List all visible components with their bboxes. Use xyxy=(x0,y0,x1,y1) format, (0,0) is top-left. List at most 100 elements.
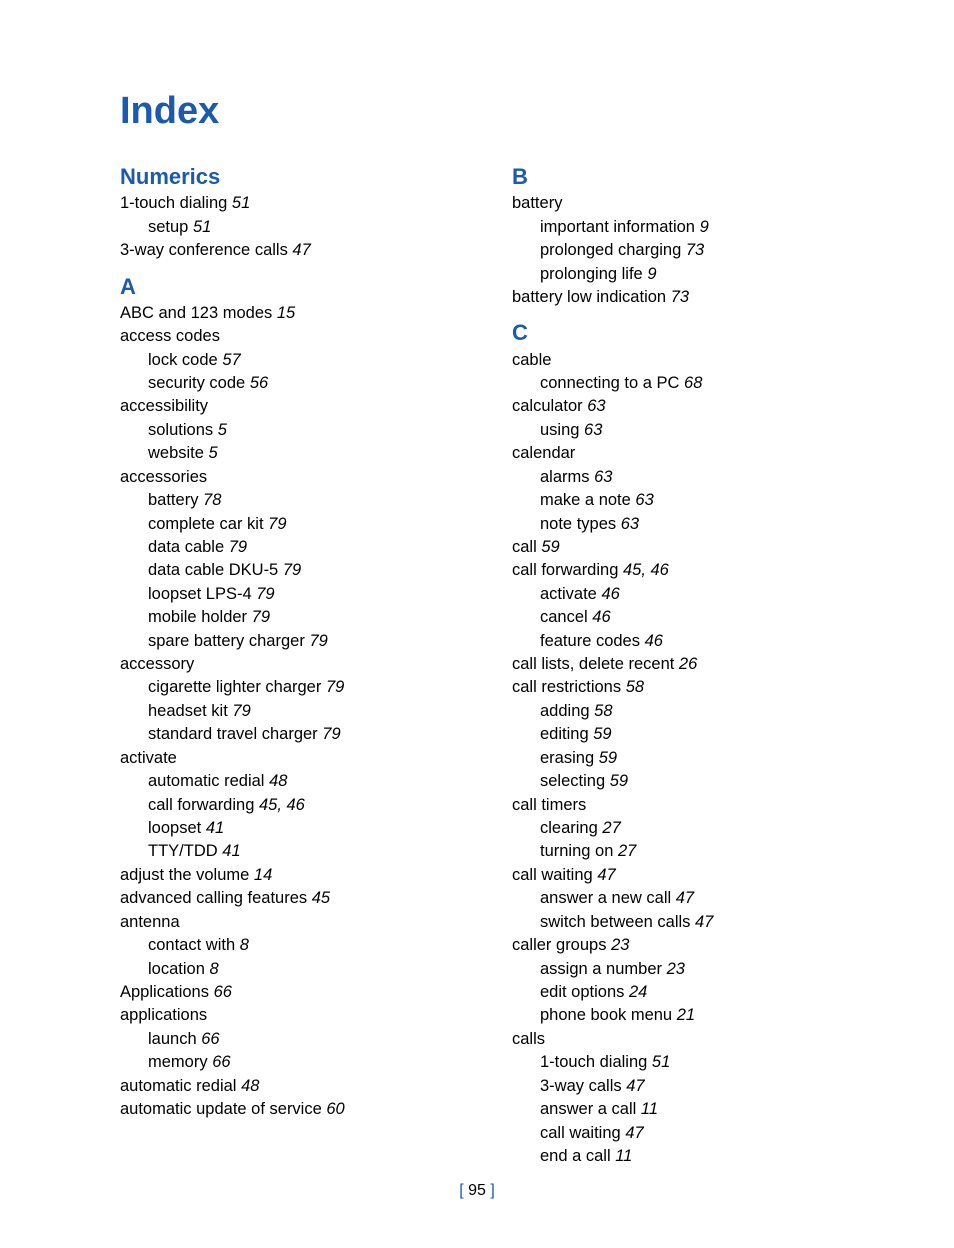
entry-text: battery xyxy=(148,491,198,509)
index-entry: call restrictions 58 xyxy=(512,676,844,699)
entry-text: calls xyxy=(512,1030,545,1048)
index-entry: loopset 41 xyxy=(120,817,452,840)
entry-text: using xyxy=(540,421,579,439)
page-ref: 56 xyxy=(250,374,268,392)
index-entry: website 5 xyxy=(120,442,452,465)
page-ref: 57 xyxy=(222,351,240,369)
index-entry: edit options 24 xyxy=(512,981,844,1004)
page-ref: 63 xyxy=(594,468,612,486)
index-entry: calculator 63 xyxy=(512,395,844,418)
page-ref: 5 xyxy=(218,421,227,439)
entry-text: ABC and 123 modes xyxy=(120,304,272,322)
index-columns: Numerics1-touch dialing 51setup 513-way … xyxy=(120,153,844,1168)
entry-text: accessories xyxy=(120,468,207,486)
index-entry: TTY/TDD 41 xyxy=(120,840,452,863)
entry-text: prolonged charging xyxy=(540,241,681,259)
page-ref: 45 xyxy=(312,889,330,907)
entry-text: activate xyxy=(540,585,597,603)
entry-text: access codes xyxy=(120,327,220,345)
entry-text: call timers xyxy=(512,796,586,814)
page-ref: 27 xyxy=(618,842,636,860)
index-entry: call forwarding 45, 46 xyxy=(120,794,452,817)
page-ref: 66 xyxy=(212,1053,230,1071)
page-ref: 9 xyxy=(647,265,656,283)
index-entry: call waiting 47 xyxy=(512,1122,844,1145)
entry-text: accessibility xyxy=(120,397,208,415)
page-ref: 46 xyxy=(645,632,663,650)
index-entry: spare battery charger 79 xyxy=(120,630,452,653)
page-ref: 51 xyxy=(652,1053,670,1071)
entry-text: solutions xyxy=(148,421,213,439)
entry-text: setup xyxy=(148,218,188,236)
index-entry: using 63 xyxy=(512,419,844,442)
entry-text: lock code xyxy=(148,351,218,369)
entry-text: connecting to a PC xyxy=(540,374,679,392)
index-entry: selecting 59 xyxy=(512,770,844,793)
entry-text: loopset xyxy=(148,819,201,837)
page-ref: 46 xyxy=(592,608,610,626)
index-entry: complete car kit 79 xyxy=(120,513,452,536)
entry-text: call forwarding xyxy=(512,561,618,579)
index-entry: calls xyxy=(512,1028,844,1051)
index-entry: call forwarding 45, 46 xyxy=(512,559,844,582)
page-ref: 46 xyxy=(601,585,619,603)
entry-text: editing xyxy=(540,725,589,743)
entry-text: standard travel charger xyxy=(148,725,318,743)
page-ref: 27 xyxy=(602,819,620,837)
entry-text: cancel xyxy=(540,608,588,626)
page-ref: 68 xyxy=(684,374,702,392)
page-ref: 79 xyxy=(283,561,301,579)
index-entry: important information 9 xyxy=(512,216,844,239)
index-entry: antenna xyxy=(120,911,452,934)
section-heading: A xyxy=(120,271,452,302)
index-entry: contact with 8 xyxy=(120,934,452,957)
index-entry: assign a number 23 xyxy=(512,958,844,981)
index-entry: call waiting 47 xyxy=(512,864,844,887)
entry-text: automatic update of service xyxy=(120,1100,322,1118)
index-entry: editing 59 xyxy=(512,723,844,746)
page-ref: 59 xyxy=(593,725,611,743)
page-ref: 59 xyxy=(599,749,617,767)
page-ref: 66 xyxy=(201,1030,219,1048)
page-ref: 47 xyxy=(695,913,713,931)
entry-text: applications xyxy=(120,1006,207,1024)
index-entry: answer a call 11 xyxy=(512,1098,844,1121)
index-entry: battery low indication 73 xyxy=(512,286,844,309)
index-entry: accessibility xyxy=(120,395,452,418)
entry-text: call waiting xyxy=(512,866,593,884)
index-entry: headset kit 79 xyxy=(120,700,452,723)
index-entry: ABC and 123 modes 15 xyxy=(120,302,452,325)
page-ref: 23 xyxy=(667,960,685,978)
page-ref: 60 xyxy=(326,1100,344,1118)
entry-text: accessory xyxy=(120,655,194,673)
index-entry: loopset LPS-4 79 xyxy=(120,583,452,606)
page-ref: 79 xyxy=(229,538,247,556)
page-ref: 14 xyxy=(254,866,272,884)
page-ref: 5 xyxy=(209,444,218,462)
page-ref: 58 xyxy=(594,702,612,720)
page-ref: 47 xyxy=(626,1077,644,1095)
entry-text: website xyxy=(148,444,204,462)
page-ref: 8 xyxy=(209,960,218,978)
index-entry: advanced calling features 45 xyxy=(120,887,452,910)
entry-text: automatic redial xyxy=(148,772,264,790)
page-ref: 41 xyxy=(206,819,224,837)
entry-text: contact with xyxy=(148,936,235,954)
page-ref: 24 xyxy=(629,983,647,1001)
index-entry: cable xyxy=(512,349,844,372)
entry-text: call restrictions xyxy=(512,678,621,696)
page-ref: 9 xyxy=(700,218,709,236)
index-entry: standard travel charger 79 xyxy=(120,723,452,746)
entry-text: 3-way calls xyxy=(540,1077,622,1095)
section-heading: C xyxy=(512,317,844,348)
entry-text: 1-touch dialing xyxy=(540,1053,647,1071)
entry-text: activate xyxy=(120,749,177,767)
index-entry: data cable DKU-5 79 xyxy=(120,559,452,582)
entry-text: call lists, delete recent xyxy=(512,655,674,673)
index-entry: accessories xyxy=(120,466,452,489)
page-ref: 47 xyxy=(676,889,694,907)
index-entry: applications xyxy=(120,1004,452,1027)
entry-text: end a call xyxy=(540,1147,611,1165)
index-entry: accessory xyxy=(120,653,452,676)
page-ref: 73 xyxy=(671,288,689,306)
